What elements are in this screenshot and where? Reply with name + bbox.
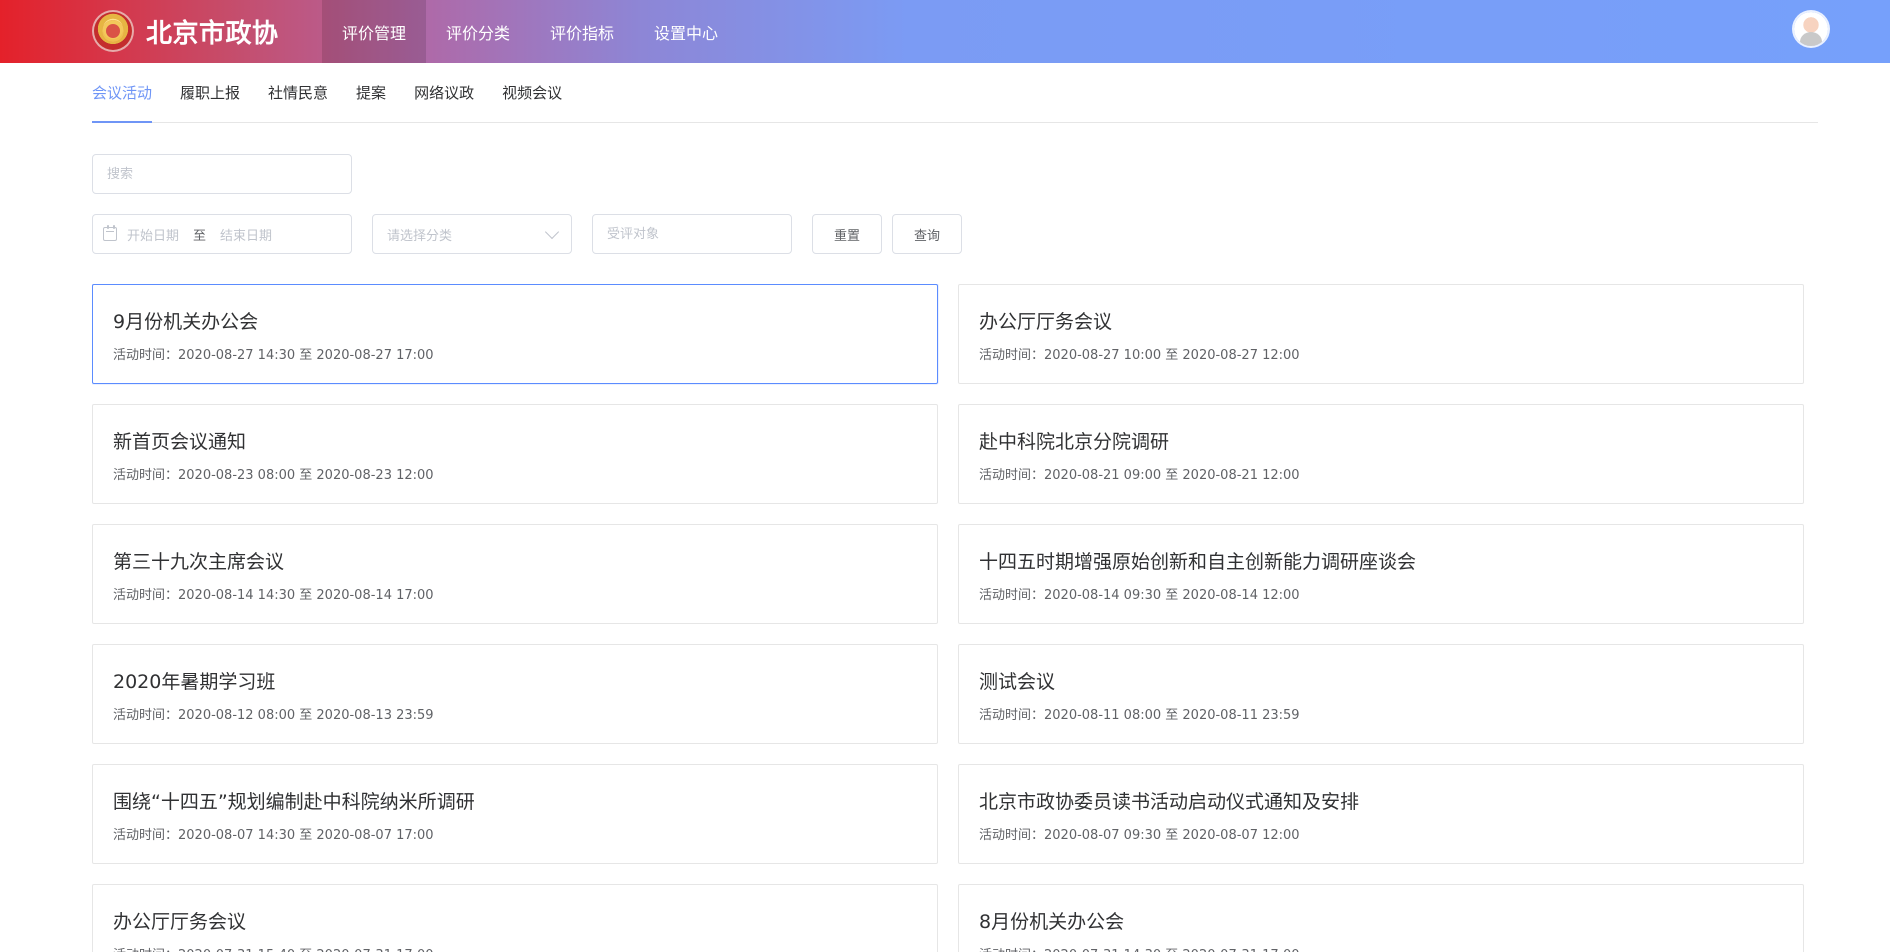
tab-meeting-activities[interactable]: 会议活动 (92, 62, 166, 123)
top-nav-item-evaluation-management[interactable]: 评价管理 (322, 0, 427, 63)
meeting-time: 活动时间：2020-08-27 10:00 至 2020-08-27 12:00 (979, 348, 1300, 363)
meeting-title: 赴中科院北京分院调研 (979, 431, 1170, 453)
top-nav-item-evaluation-category[interactable]: 评价分类 (426, 0, 530, 63)
top-navigation-bar: 北京市政协 评价管理 评价分类 评价指标 设置中心 (0, 0, 1890, 63)
meeting-title: 8月份机关办公会 (979, 911, 1125, 933)
meeting-card[interactable]: 办公厅厅务会议 活动时间：2020-08-27 10:00 至 2020-08-… (958, 284, 1804, 384)
meeting-time: 活动时间：2020-07-31 14:30 至 2020-07-31 17:00 (979, 944, 1783, 952)
meeting-title: 9月份机关办公会 (113, 311, 259, 333)
tab-video-meetings[interactable]: 视频会议 (502, 62, 576, 122)
meeting-title: 十四五时期增强原始创新和自主创新能力调研座谈会 (979, 551, 1417, 573)
meeting-time: 活动时间：2020-08-21 09:00 至 2020-08-21 12:00 (979, 468, 1300, 483)
tab-online-deliberation[interactable]: 网络议政 (414, 62, 488, 122)
meeting-title: 围绕“十四五”规划编制赴中科院纳米所调研 (113, 791, 475, 813)
meeting-card[interactable]: 测试会议 活动时间：2020-08-11 08:00 至 2020-08-11 … (958, 644, 1804, 744)
meeting-card[interactable]: 第三十九次主席会议 活动时间：2020-08-14 14:30 至 2020-0… (92, 524, 938, 624)
search-input[interactable] (92, 154, 352, 194)
emblem-icon (92, 10, 134, 52)
top-nav: 评价管理 评价分类 评价指标 设置中心 (322, 0, 738, 63)
category-select[interactable]: 请选择分类 (372, 214, 572, 254)
date-range-separator: 至 (193, 228, 207, 244)
meeting-card[interactable]: 2020年暑期学习班 活动时间：2020-08-12 08:00 至 2020-… (92, 644, 938, 744)
target-input[interactable] (592, 214, 792, 254)
date-range-picker[interactable]: 开始日期 至 结束日期 (92, 214, 352, 254)
meeting-time: 活动时间：2020-08-11 08:00 至 2020-08-11 23:59 (979, 708, 1300, 723)
sub-tabs: 会议活动 履职上报 社情民意 提案 网络议政 视频会议 (92, 63, 1818, 123)
query-button[interactable]: 查询 (892, 214, 962, 254)
meeting-title: 新首页会议通知 (113, 431, 247, 453)
meeting-title: 测试会议 (979, 671, 1056, 693)
brand-name: 北京市政协 (146, 18, 279, 49)
tab-public-opinion[interactable]: 社情民意 (268, 62, 342, 122)
date-start-placeholder: 开始日期 (127, 228, 180, 244)
meeting-time: 活动时间：2020-08-23 08:00 至 2020-08-23 12:00 (113, 468, 434, 483)
category-placeholder: 请选择分类 (387, 228, 453, 244)
meeting-cards-grid: 9月份机关办公会 活动时间：2020-08-27 14:30 至 2020-08… (92, 284, 1804, 952)
meeting-card[interactable]: 8月份机关办公会 活动时间：2020-07-31 14:30 至 2020-07… (958, 884, 1804, 952)
top-nav-item-evaluation-indicators[interactable]: 评价指标 (530, 0, 634, 63)
calendar-icon (103, 225, 117, 241)
reset-button[interactable]: 重置 (812, 214, 882, 254)
meeting-card[interactable]: 围绕“十四五”规划编制赴中科院纳米所调研 活动时间：2020-08-07 14:… (92, 764, 938, 864)
meeting-card[interactable]: 办公厅厅务会议 活动时间：2020-07-31 15:40 至 2020-07-… (92, 884, 938, 952)
meeting-title: 第三十九次主席会议 (113, 551, 285, 573)
meeting-card[interactable]: 赴中科院北京分院调研 活动时间：2020-08-21 09:00 至 2020-… (958, 404, 1804, 504)
meeting-time: 活动时间：2020-08-14 14:30 至 2020-08-14 17:00 (113, 588, 434, 603)
meeting-card[interactable]: 9月份机关办公会 活动时间：2020-08-27 14:30 至 2020-08… (92, 284, 938, 384)
meeting-card[interactable]: 十四五时期增强原始创新和自主创新能力调研座谈会 活动时间：2020-08-14 … (958, 524, 1804, 624)
meeting-title: 办公厅厅务会议 (979, 311, 1113, 333)
date-end-placeholder: 结束日期 (220, 228, 273, 244)
meeting-time: 活动时间：2020-08-07 09:30 至 2020-08-07 12:00 (979, 828, 1300, 843)
meeting-card[interactable]: 北京市政协委员读书活动启动仪式通知及安排 活动时间：2020-08-07 09:… (958, 764, 1804, 864)
user-avatar[interactable] (1794, 12, 1828, 46)
meeting-title: 2020年暑期学习班 (113, 671, 276, 693)
brand[interactable]: 北京市政协 (92, 8, 279, 54)
meeting-card[interactable]: 新首页会议通知 活动时间：2020-08-23 08:00 至 2020-08-… (92, 404, 938, 504)
meeting-time: 活动时间：2020-08-07 14:30 至 2020-08-07 17:00 (113, 828, 434, 843)
tab-duty-reporting[interactable]: 履职上报 (180, 62, 254, 122)
chevron-down-icon (544, 224, 560, 240)
meeting-time: 活动时间：2020-08-14 09:30 至 2020-08-14 12:00 (979, 588, 1300, 603)
meeting-title: 办公厅厅务会议 (113, 911, 247, 933)
top-nav-item-settings-center[interactable]: 设置中心 (634, 0, 738, 63)
tab-proposals[interactable]: 提案 (356, 62, 400, 122)
meeting-time: 活动时间：2020-08-27 14:30 至 2020-08-27 17:00 (113, 348, 434, 363)
meeting-time: 活动时间：2020-08-12 08:00 至 2020-08-13 23:59 (113, 708, 434, 723)
meeting-title: 北京市政协委员读书活动启动仪式通知及安排 (979, 791, 1360, 813)
meeting-time: 活动时间：2020-07-31 15:40 至 2020-07-31 17:00 (113, 944, 917, 952)
